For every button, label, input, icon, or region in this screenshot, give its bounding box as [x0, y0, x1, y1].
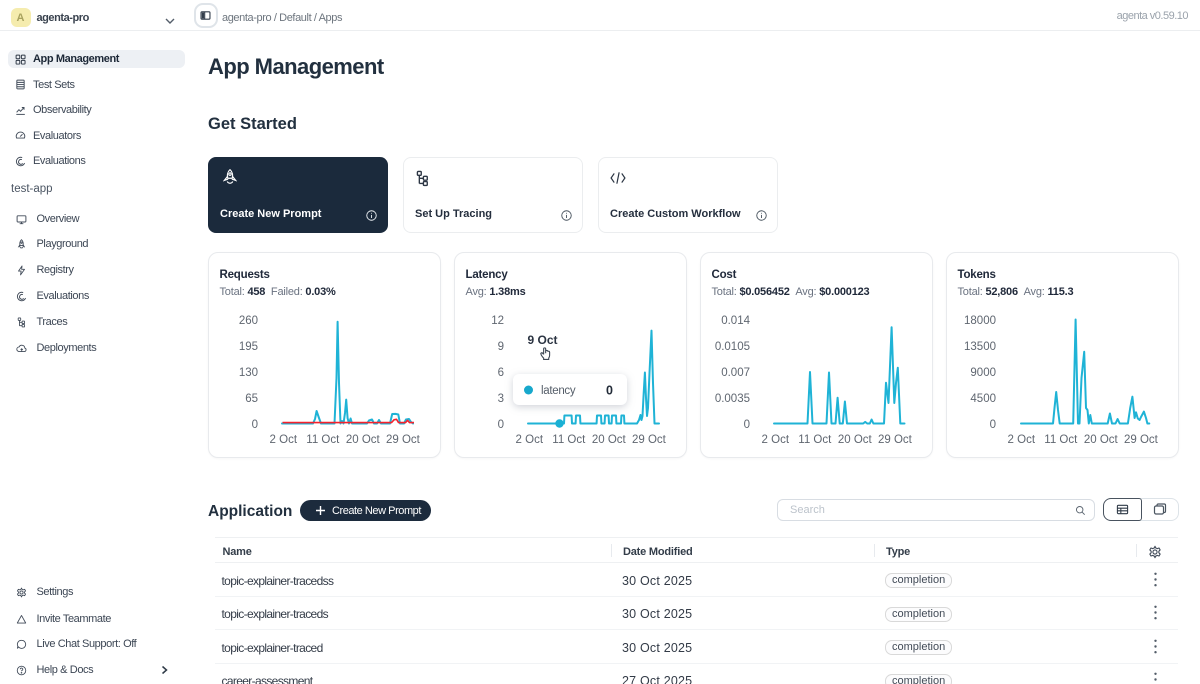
svg-text:130: 130	[239, 367, 258, 379]
svg-text:11 Oct: 11 Oct	[552, 434, 586, 446]
svg-text:2 Oct: 2 Oct	[1008, 434, 1036, 446]
svg-text:11 Oct: 11 Oct	[1044, 434, 1078, 446]
svg-text:0: 0	[498, 419, 504, 431]
svg-text:latency: latency	[541, 385, 576, 397]
svg-text:0.0105: 0.0105	[715, 341, 750, 353]
svg-text:3: 3	[498, 393, 504, 405]
svg-text:29 Oct: 29 Oct	[1124, 434, 1159, 446]
svg-text:195: 195	[239, 341, 258, 353]
svg-text:260: 260	[239, 315, 258, 327]
svg-text:2 Oct: 2 Oct	[516, 434, 544, 446]
svg-text:9 Oct: 9 Oct	[528, 333, 558, 347]
svg-text:29 Oct: 29 Oct	[386, 434, 421, 446]
svg-text:0: 0	[252, 419, 258, 431]
svg-text:0.014: 0.014	[721, 315, 750, 327]
svg-text:2 Oct: 2 Oct	[270, 434, 298, 446]
svg-text:29 Oct: 29 Oct	[632, 434, 667, 446]
svg-text:0: 0	[990, 419, 996, 431]
svg-text:0: 0	[744, 419, 750, 431]
svg-text:12: 12	[491, 315, 504, 327]
svg-text:4500: 4500	[970, 393, 996, 405]
svg-text:20 Oct: 20 Oct	[346, 434, 381, 446]
svg-text:9000: 9000	[970, 367, 996, 379]
svg-text:0: 0	[606, 384, 613, 398]
svg-text:18000: 18000	[964, 315, 996, 327]
svg-text:13500: 13500	[964, 341, 996, 353]
svg-text:2 Oct: 2 Oct	[762, 434, 790, 446]
svg-text:20 Oct: 20 Oct	[592, 434, 627, 446]
svg-text:20 Oct: 20 Oct	[838, 434, 873, 446]
svg-text:11 Oct: 11 Oct	[306, 434, 340, 446]
svg-text:9: 9	[498, 341, 504, 353]
svg-text:0.007: 0.007	[721, 367, 750, 379]
svg-text:11 Oct: 11 Oct	[798, 434, 832, 446]
svg-text:0.0035: 0.0035	[715, 393, 750, 405]
svg-text:20 Oct: 20 Oct	[1084, 434, 1119, 446]
svg-text:65: 65	[245, 393, 258, 405]
svg-text:6: 6	[498, 367, 504, 379]
svg-text:29 Oct: 29 Oct	[878, 434, 913, 446]
